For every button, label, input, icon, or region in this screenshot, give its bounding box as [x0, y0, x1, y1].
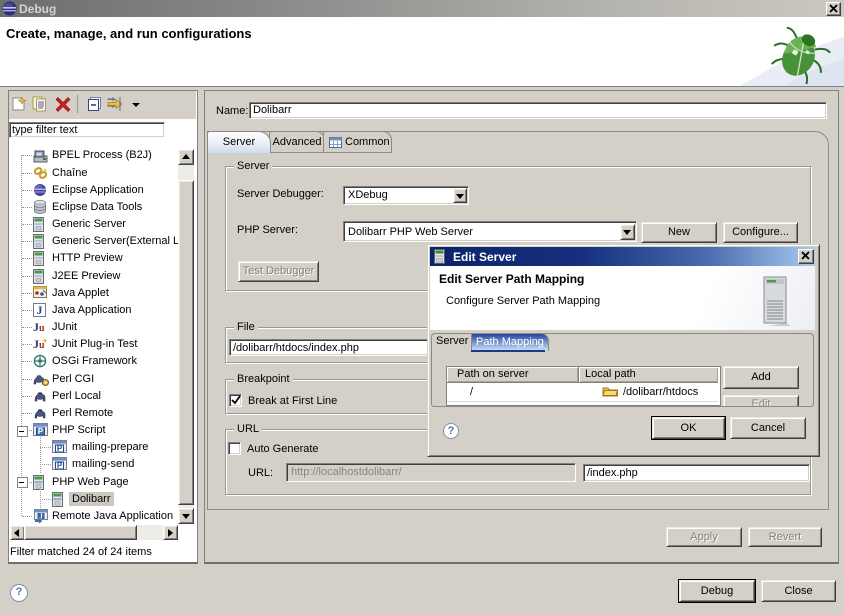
svg-text:u: u: [39, 340, 45, 351]
svg-text:J: J: [37, 303, 43, 317]
svg-text:P: P: [57, 444, 63, 453]
svg-text:P: P: [57, 461, 63, 470]
svg-text:u: u: [39, 323, 45, 334]
